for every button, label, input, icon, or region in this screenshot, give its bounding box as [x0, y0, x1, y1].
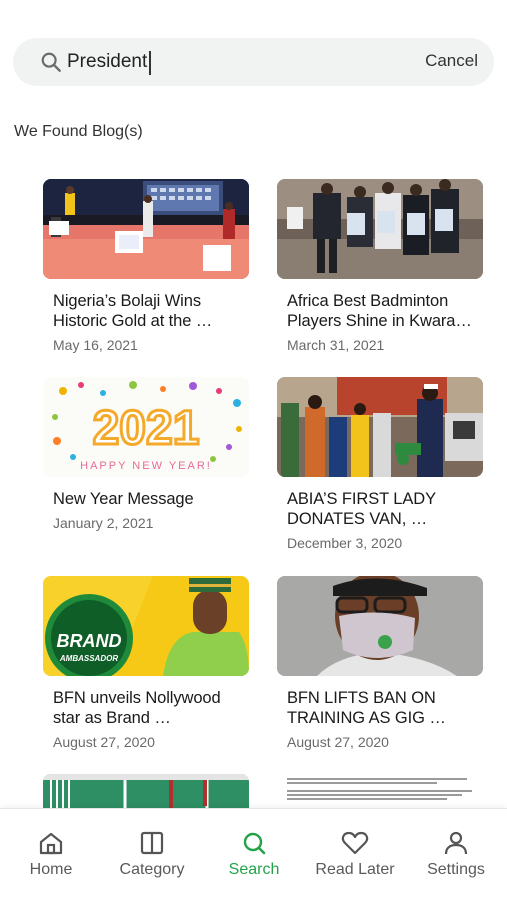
blog-date: December 3, 2020: [287, 535, 403, 551]
blog-thumbnail[interactable]: [43, 179, 249, 279]
blog-date: May 16, 2021: [53, 337, 138, 353]
person-icon: [444, 831, 468, 855]
category-icon: [140, 831, 164, 855]
nav-label: Settings: [427, 861, 485, 878]
blog-title[interactable]: BFN unveils Nollywood star as Brand …: [53, 688, 249, 728]
blog-thumbnail[interactable]: 2021 HAPPY NEW YEAR!: [43, 377, 249, 477]
blog-thumbnail[interactable]: [277, 576, 483, 676]
blog-thumbnail[interactable]: [277, 377, 483, 477]
blog-date: August 27, 2020: [53, 734, 155, 750]
nav-label: Home: [29, 861, 73, 878]
blog-card[interactable]: Nigeria’s Bolaji Wins Historic Gold at t…: [43, 179, 249, 353]
blog-thumbnail[interactable]: BRAND AMBASSADOR: [43, 576, 249, 676]
nav-item-settings[interactable]: Settings: [422, 831, 490, 879]
new-year-greeting-text: HAPPY NEW YEAR!: [80, 460, 212, 472]
nav-item-category[interactable]: Category: [116, 831, 188, 879]
blog-title[interactable]: BFN LIFTS BAN ON TRAINING AS GIG …: [287, 688, 483, 728]
blog-title[interactable]: Africa Best Badminton Players Shine in K…: [287, 291, 483, 331]
blog-card[interactable]: 2021 HAPPY NEW YEAR! New Year Message Ja…: [43, 377, 249, 531]
text-caret: [149, 51, 151, 75]
heart-icon: [341, 831, 369, 855]
blog-card[interactable]: Africa Best Badminton Players Shine in K…: [277, 179, 483, 353]
blog-date: August 27, 2020: [287, 734, 389, 750]
cancel-button[interactable]: Cancel: [425, 51, 478, 71]
nav-label: Category: [119, 861, 185, 878]
blog-card[interactable]: BRAND AMBASSADOR BFN unveils Nollywood s…: [43, 576, 249, 750]
results-heading: We Found Blog(s): [14, 123, 143, 140]
blog-title[interactable]: New Year Message: [53, 489, 249, 509]
search-input[interactable]: [67, 49, 367, 75]
blog-thumbnail[interactable]: [277, 179, 483, 279]
blog-date: March 31, 2021: [287, 337, 385, 353]
blog-card[interactable]: BFN LIFTS BAN ON TRAINING AS GIG … Augus…: [277, 576, 483, 750]
bottom-nav: Home Category Search Read Later Settings: [0, 808, 507, 900]
search-bar[interactable]: Cancel: [13, 38, 494, 86]
nav-item-search[interactable]: Search: [226, 831, 282, 879]
brand-graphic-subtext: AMBASSADOR: [59, 654, 118, 663]
brand-graphic-text: BRAND: [57, 631, 122, 651]
nav-item-read-later[interactable]: Read Later: [312, 831, 398, 879]
blog-date: January 2, 2021: [53, 515, 154, 531]
nav-item-home[interactable]: Home: [26, 831, 76, 879]
blog-title[interactable]: ABIA’S FIRST LADY DONATES VAN, …: [287, 489, 483, 529]
nav-label: Search: [228, 861, 280, 878]
search-icon: [41, 52, 61, 72]
blog-title[interactable]: Nigeria’s Bolaji Wins Historic Gold at t…: [53, 291, 249, 331]
search-icon: [243, 832, 266, 855]
blog-card[interactable]: ABIA’S FIRST LADY DONATES VAN, … Decembe…: [277, 377, 483, 551]
nav-label: Read Later: [315, 861, 395, 878]
new-year-graphic-text: 2021: [93, 402, 200, 455]
home-icon: [39, 832, 63, 855]
